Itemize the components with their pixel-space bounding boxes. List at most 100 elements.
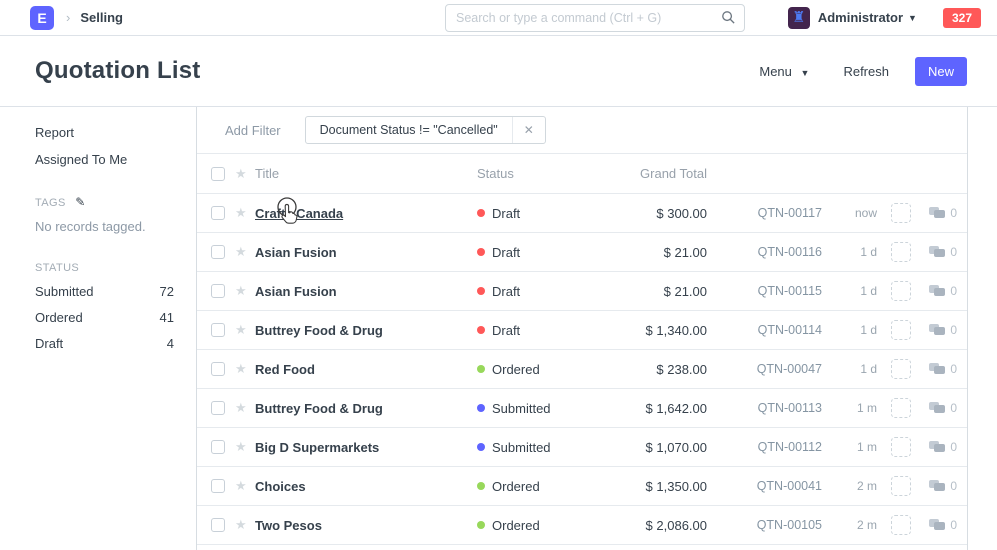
status-label: Draft bbox=[492, 245, 520, 260]
quotation-title-link[interactable]: Asian Fusion bbox=[255, 284, 337, 299]
comment-count: 0 bbox=[950, 206, 957, 220]
comment-count: 0 bbox=[950, 245, 957, 259]
edit-tags-pencil-icon[interactable]: ✎ bbox=[75, 195, 85, 209]
user-avatar: ♜ bbox=[788, 7, 810, 29]
comment-icon bbox=[929, 363, 946, 376]
breadcrumb-selling[interactable]: Selling bbox=[80, 10, 123, 25]
row-checkbox[interactable] bbox=[211, 479, 225, 493]
comment-count: 0 bbox=[950, 440, 957, 454]
assign-button[interactable] bbox=[891, 398, 911, 418]
quotation-title-link[interactable]: Crafts Canada bbox=[255, 206, 343, 221]
select-all-checkbox[interactable] bbox=[211, 167, 225, 181]
row-checkbox[interactable] bbox=[211, 206, 225, 220]
sidebar-item-assigned-to-me[interactable]: Assigned To Me bbox=[35, 152, 174, 167]
status-label: Submitted bbox=[492, 401, 551, 416]
modified-time: 1 d bbox=[822, 245, 877, 259]
status-label: Draft bbox=[492, 323, 520, 338]
row-checkbox[interactable] bbox=[211, 401, 225, 415]
status-filter-submitted[interactable]: Submitted 72 bbox=[35, 284, 174, 299]
remove-filter-icon[interactable]: ✕ bbox=[512, 117, 545, 143]
table-row[interactable]: ★ Buttrey Food & Drug Submitted $ 1,642.… bbox=[197, 389, 967, 428]
table-row[interactable]: ★ Red Food Ordered $ 238.00 QTN-00047 1 … bbox=[197, 350, 967, 389]
quotation-list: Add Filter Document Status != "Cancelled… bbox=[196, 107, 968, 550]
modified-time: 1 m bbox=[822, 440, 877, 454]
row-checkbox[interactable] bbox=[211, 518, 225, 532]
star-icon[interactable]: ★ bbox=[235, 361, 255, 377]
search-input[interactable] bbox=[445, 4, 745, 32]
quotation-title-link[interactable]: Two Pesos bbox=[255, 518, 322, 533]
filter-bar: Add Filter Document Status != "Cancelled… bbox=[197, 107, 967, 154]
quotation-title-link[interactable]: Asian Fusion bbox=[255, 245, 337, 260]
assign-button[interactable] bbox=[891, 281, 911, 301]
comment-count: 0 bbox=[950, 518, 957, 532]
assign-button[interactable] bbox=[891, 359, 911, 379]
comment-icon bbox=[929, 480, 946, 493]
filter-condition-text[interactable]: Document Status != "Cancelled" bbox=[306, 117, 512, 143]
list-sidebar: Report Assigned To Me TAGS ✎ No records … bbox=[0, 107, 196, 550]
status-dot bbox=[477, 482, 485, 490]
status-count: 72 bbox=[160, 284, 174, 299]
sidebar-item-report[interactable]: Report bbox=[35, 125, 174, 140]
status-dot bbox=[477, 443, 485, 451]
column-header-grand-total: Grand Total bbox=[612, 166, 707, 181]
assign-button[interactable] bbox=[891, 437, 911, 457]
star-icon[interactable]: ★ bbox=[235, 478, 255, 494]
status-label: Draft bbox=[492, 206, 520, 221]
quotation-title-link[interactable]: Big D Supermarkets bbox=[255, 440, 379, 455]
modified-time: 1 m bbox=[822, 401, 877, 415]
quotation-id: QTN-00116 bbox=[707, 245, 822, 259]
row-checkbox[interactable] bbox=[211, 284, 225, 298]
star-icon[interactable]: ★ bbox=[235, 322, 255, 338]
new-button[interactable]: New bbox=[915, 57, 967, 86]
assign-button[interactable] bbox=[891, 515, 911, 535]
table-row[interactable]: ★ Big D Supermarkets Submitted $ 1,070.0… bbox=[197, 428, 967, 467]
assign-button[interactable] bbox=[891, 203, 911, 223]
user-menu[interactable]: ♜ Administrator ▼ bbox=[788, 7, 917, 29]
comment-icon bbox=[929, 441, 946, 454]
star-icon[interactable]: ★ bbox=[235, 166, 255, 182]
status-dot bbox=[477, 248, 485, 256]
quotation-title-link[interactable]: Buttrey Food & Drug bbox=[255, 401, 383, 416]
quotation-title-link[interactable]: Red Food bbox=[255, 362, 315, 377]
grand-total: $ 1,350.00 bbox=[612, 479, 707, 494]
row-checkbox[interactable] bbox=[211, 245, 225, 259]
row-checkbox[interactable] bbox=[211, 362, 225, 376]
quotation-id: QTN-00047 bbox=[707, 362, 822, 376]
table-row[interactable]: ★ Asian Fusion Draft $ 21.00 QTN-00115 1… bbox=[197, 272, 967, 311]
app-logo[interactable]: E bbox=[30, 6, 54, 30]
assign-button[interactable] bbox=[891, 320, 911, 340]
quotation-title-link[interactable]: Choices bbox=[255, 479, 306, 494]
star-icon[interactable]: ★ bbox=[235, 283, 255, 299]
modified-time: 1 d bbox=[822, 323, 877, 337]
star-icon[interactable]: ★ bbox=[235, 205, 255, 221]
row-checkbox[interactable] bbox=[211, 323, 225, 337]
star-icon[interactable]: ★ bbox=[235, 439, 255, 455]
star-icon[interactable]: ★ bbox=[235, 244, 255, 260]
status-filter-ordered[interactable]: Ordered 41 bbox=[35, 310, 174, 325]
modified-time: now bbox=[822, 206, 877, 220]
column-header-title: Title bbox=[255, 166, 477, 181]
table-row[interactable]: ★ Two Pesos Ordered $ 2,086.00 QTN-00105… bbox=[197, 506, 967, 545]
add-filter-button[interactable]: Add Filter bbox=[225, 123, 281, 138]
quotation-title-link[interactable]: Buttrey Food & Drug bbox=[255, 323, 383, 338]
table-row[interactable]: ★ Choices Ordered $ 1,350.00 QTN-00041 2… bbox=[197, 467, 967, 506]
status-dot bbox=[477, 365, 485, 373]
quotation-id: QTN-00115 bbox=[707, 284, 822, 298]
status-filter-draft[interactable]: Draft 4 bbox=[35, 336, 174, 351]
quotation-id: QTN-00117 bbox=[707, 206, 822, 220]
page-header: Quotation List Menu ▼ Refresh New bbox=[0, 36, 997, 107]
grand-total: $ 2,086.00 bbox=[612, 518, 707, 533]
table-row[interactable]: ★ Crafts Canada Draft $ 300.00 QTN-00117… bbox=[197, 194, 967, 233]
menu-dropdown-button[interactable]: Menu ▼ bbox=[759, 64, 809, 79]
assign-button[interactable] bbox=[891, 242, 911, 262]
assign-button[interactable] bbox=[891, 476, 911, 496]
refresh-button[interactable]: Refresh bbox=[843, 64, 889, 79]
notification-badge[interactable]: 327 bbox=[943, 8, 981, 28]
status-label: Submitted bbox=[492, 440, 551, 455]
table-row[interactable]: ★ Buttrey Food & Drug Draft $ 1,340.00 Q… bbox=[197, 311, 967, 350]
star-icon[interactable]: ★ bbox=[235, 400, 255, 416]
table-row[interactable]: ★ Asian Fusion Draft $ 21.00 QTN-00116 1… bbox=[197, 233, 967, 272]
star-icon[interactable]: ★ bbox=[235, 517, 255, 533]
active-filter-pill[interactable]: Document Status != "Cancelled" ✕ bbox=[305, 116, 546, 144]
row-checkbox[interactable] bbox=[211, 440, 225, 454]
